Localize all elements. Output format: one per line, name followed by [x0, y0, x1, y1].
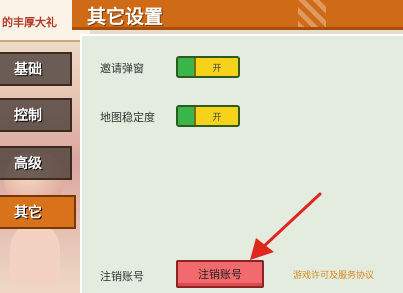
sidebar-item-label: 基础 [14, 62, 42, 78]
sidebar-item-other[interactable]: 其它 [0, 195, 76, 229]
sidebar-item-basic[interactable]: 基础 [0, 52, 72, 86]
sidebar-item-advanced[interactable]: 高级 [0, 146, 72, 180]
toggle-knob: 开 [194, 107, 238, 125]
map-stability-label: 地图稳定度 [100, 111, 155, 124]
sidebar-item-label: 高级 [14, 156, 42, 172]
invite-popup-label: 邀请弹窗 [100, 62, 144, 75]
invite-popup-toggle[interactable]: 开 [176, 56, 240, 78]
header-bar: 其它设置 [72, 0, 403, 30]
page-title: 其它设置 [87, 6, 164, 28]
toggle-knob: 开 [194, 58, 238, 76]
sidebar-item-control[interactable]: 控制 [0, 98, 72, 132]
sidebar-item-label: 控制 [14, 108, 42, 124]
logout-label: 注销账号 [100, 270, 144, 283]
map-stability-toggle[interactable]: 开 [176, 105, 240, 127]
checkered-decoration [298, 0, 326, 28]
sidebar-item-label: 其它 [14, 205, 42, 221]
promo-banner-text: 的丰厚大礼 [2, 16, 57, 29]
annotation-arrow-icon [250, 192, 322, 260]
